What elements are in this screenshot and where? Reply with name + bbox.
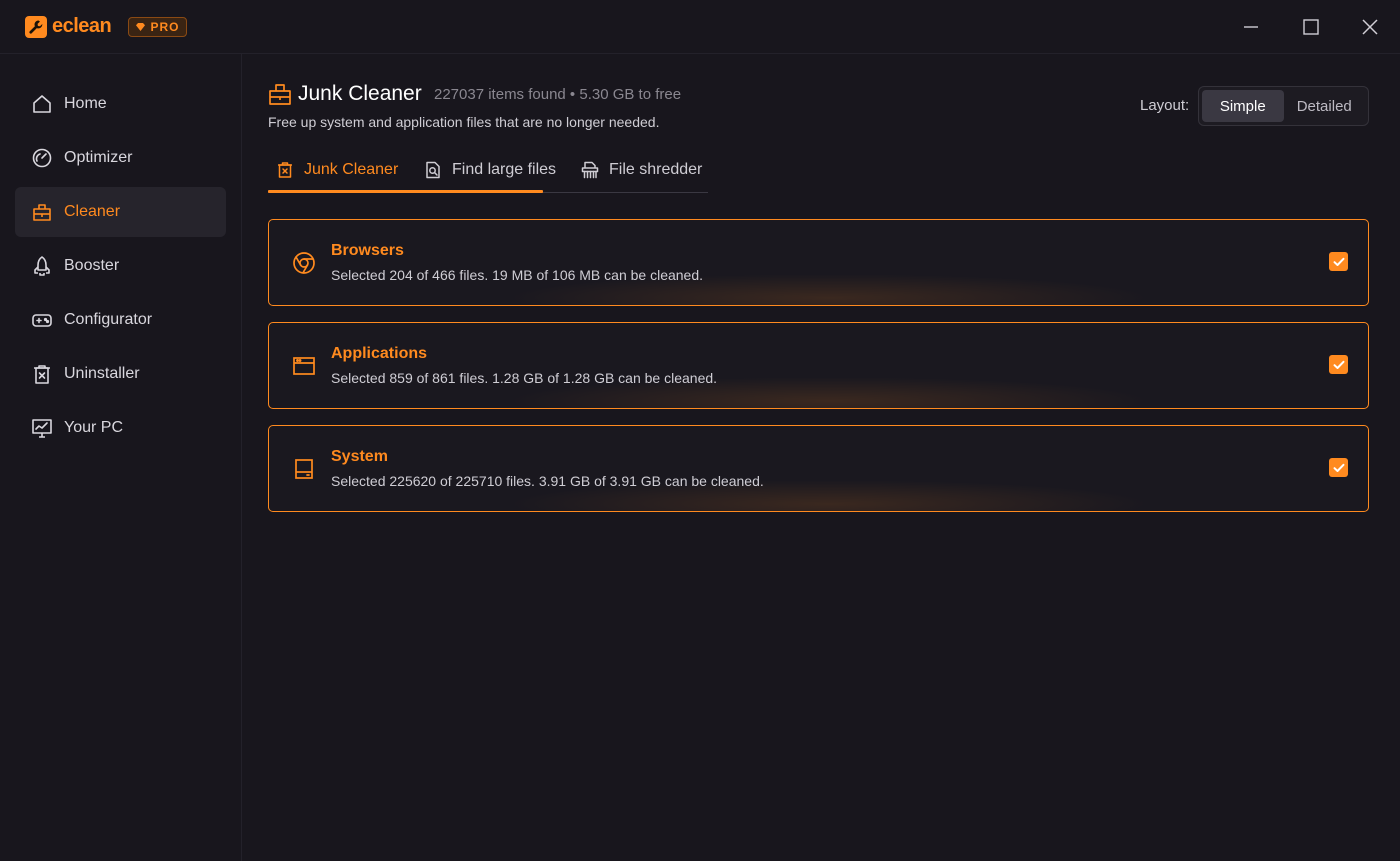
cleaner-icon: [31, 201, 53, 223]
tab-bar: Junk Cleaner Find large files File shred…: [268, 148, 708, 193]
app-logo: eclean: [25, 15, 112, 38]
wrench-icon: [25, 15, 47, 38]
sidebar: Home Optimizer Cleaner Booster Configura…: [0, 54, 242, 861]
junk-icon: [278, 162, 292, 178]
active-tab-indicator: [268, 190, 543, 193]
checkmark-icon: [1333, 360, 1344, 369]
tab-label: Junk Cleaner: [304, 161, 399, 178]
close-icon: [1362, 19, 1378, 35]
window-icon: [291, 353, 317, 379]
sidebar-item-configurator[interactable]: Configurator: [15, 295, 226, 345]
pro-badge: PRO: [128, 17, 187, 37]
card-description: Selected 204 of 466 files. 19 MB of 106 …: [331, 267, 704, 283]
minimize-icon: [1244, 26, 1258, 28]
tab-label: Find large files: [452, 161, 557, 178]
rocket-icon: [31, 255, 53, 277]
shredder-icon: [581, 161, 599, 179]
drive-icon: [291, 456, 317, 482]
chrome-icon: [291, 250, 317, 276]
checkmark-icon: [1333, 257, 1344, 266]
sidebar-item-booster[interactable]: Booster: [15, 241, 226, 291]
sidebar-item-label: Home: [64, 95, 107, 112]
tab-file-shredder[interactable]: File shredder: [581, 148, 702, 192]
card-title: Browsers: [331, 242, 404, 259]
sidebar-item-cleaner[interactable]: Cleaner: [15, 187, 226, 237]
card-title: System: [331, 448, 388, 465]
page-meta: 227037 items found • 5.30 GB to free: [434, 86, 682, 103]
sidebar-item-home[interactable]: Home: [15, 79, 226, 129]
sidebar-item-your-pc[interactable]: Your PC: [15, 403, 226, 453]
sidebar-item-label: Booster: [64, 257, 120, 274]
sidebar-item-uninstaller[interactable]: Uninstaller: [15, 349, 226, 399]
card-checkbox[interactable]: [1329, 458, 1348, 477]
maximize-icon: [1303, 19, 1319, 35]
sidebar-item-optimizer[interactable]: Optimizer: [15, 133, 226, 183]
layout-label: Layout:: [1140, 97, 1190, 114]
diamond-icon: [136, 23, 146, 31]
monitor-icon: [31, 417, 53, 439]
maximize-button[interactable]: [1297, 13, 1325, 41]
cleaner-icon: [268, 82, 292, 111]
close-button[interactable]: [1356, 13, 1384, 41]
layout-toggle: Simple Detailed: [1198, 86, 1369, 126]
pro-badge-label: PRO: [150, 20, 180, 34]
page-subtitle: Free up system and application files tha…: [268, 114, 660, 130]
tab-find-large-files[interactable]: Find large files: [424, 148, 556, 192]
app-name: eclean: [52, 15, 112, 37]
checkmark-icon: [1333, 463, 1344, 472]
card-checkbox[interactable]: [1329, 355, 1348, 374]
home-icon: [31, 93, 53, 115]
trash-icon: [31, 363, 53, 385]
category-card-system[interactable]: System Selected 225620 of 225710 files. …: [268, 425, 1369, 512]
page-title: Junk Cleaner: [298, 82, 422, 105]
title-bar: eclean PRO: [0, 0, 1400, 54]
tab-label: File shredder: [609, 161, 703, 178]
file-search-icon: [426, 161, 440, 179]
sidebar-item-label: Your PC: [64, 419, 123, 436]
category-card-applications[interactable]: Applications Selected 859 of 861 files. …: [268, 322, 1369, 409]
layout-option-detailed[interactable]: Detailed: [1284, 90, 1366, 122]
gamepad-icon: [31, 309, 53, 331]
sidebar-item-label: Configurator: [64, 311, 153, 328]
card-description: Selected 225620 of 225710 files. 3.91 GB…: [331, 473, 764, 489]
card-checkbox[interactable]: [1329, 252, 1348, 271]
layout-option-simple[interactable]: Simple: [1202, 90, 1284, 122]
tab-junk-cleaner[interactable]: Junk Cleaner: [276, 148, 398, 192]
category-card-browsers[interactable]: Browsers Selected 204 of 466 files. 19 M…: [268, 219, 1369, 306]
gauge-icon: [31, 147, 53, 169]
sidebar-item-label: Optimizer: [64, 149, 133, 166]
minimize-button[interactable]: [1237, 13, 1265, 41]
sidebar-item-label: Cleaner: [64, 203, 121, 220]
sidebar-item-label: Uninstaller: [64, 365, 140, 382]
card-title: Applications: [331, 345, 428, 362]
card-description: Selected 859 of 861 files. 1.28 GB of 1.…: [331, 370, 718, 386]
